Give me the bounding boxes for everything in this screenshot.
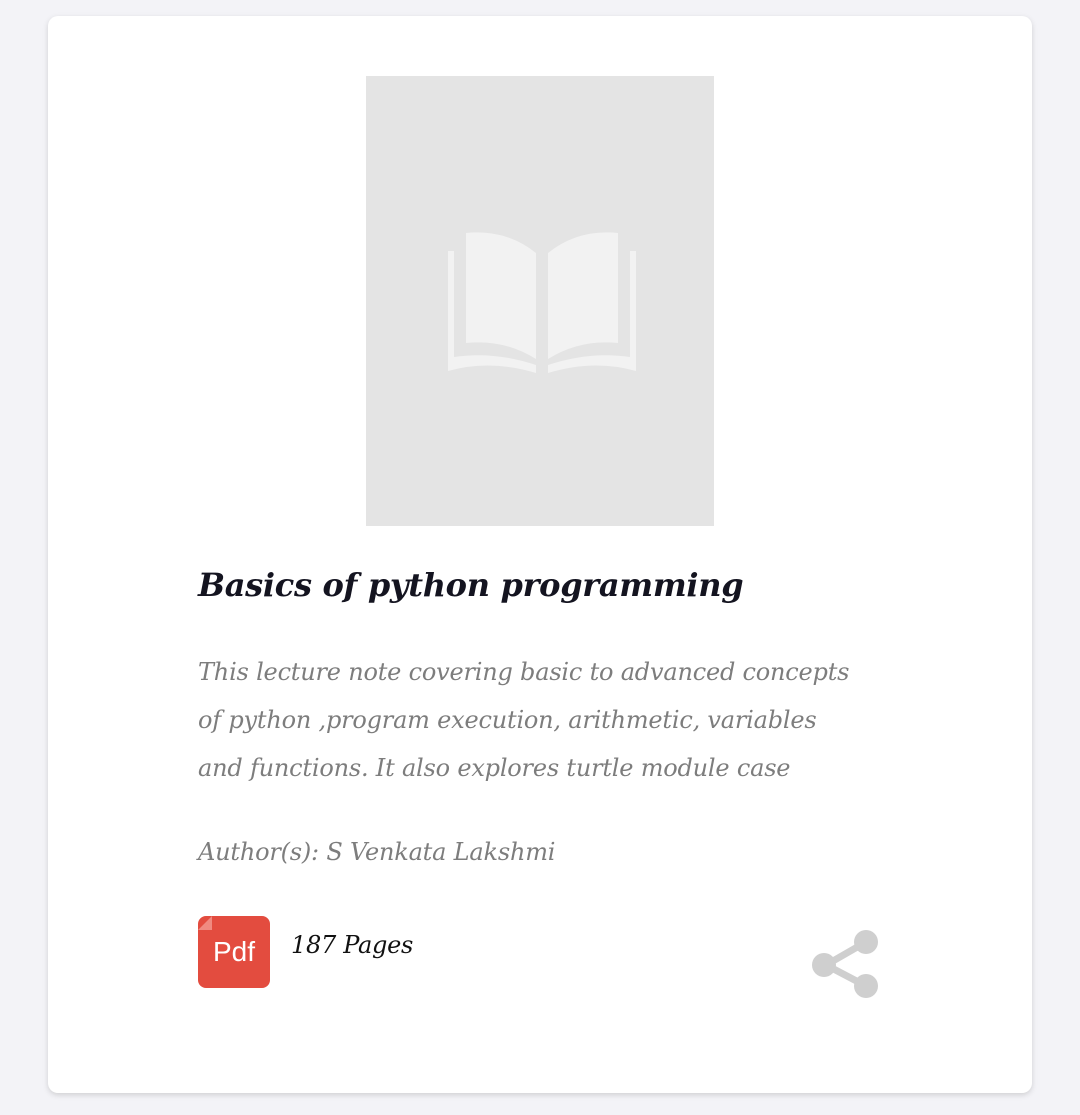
book-card: Basics of python programming This lectur… — [48, 16, 1032, 1093]
share-button[interactable] — [808, 928, 882, 1002]
pdf-file-icon: Pdf — [198, 916, 270, 988]
page-count: 187 Pages — [291, 931, 413, 959]
book-authors: Author(s): S Venkata Lakshmi — [198, 838, 556, 866]
pdf-badge-label: Pdf — [212, 936, 256, 967]
book-cover-placeholder[interactable] — [366, 76, 714, 526]
share-icon — [812, 930, 878, 998]
book-title[interactable]: Basics of python programming — [198, 566, 744, 604]
book-description: This lecture note covering basic to adva… — [198, 658, 850, 782]
open-book-icon — [448, 232, 636, 373]
